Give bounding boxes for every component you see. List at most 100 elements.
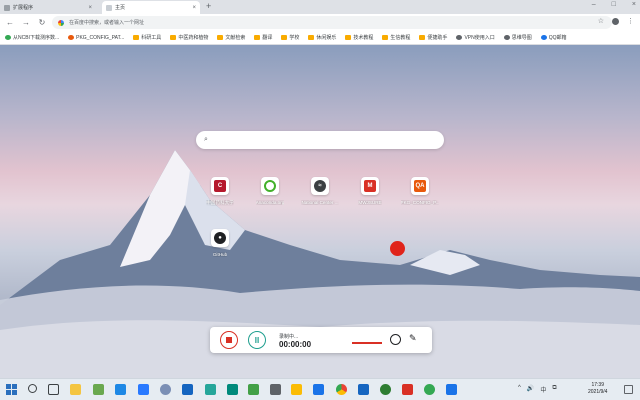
- shortcut-tile[interactable]: M MWJSURE: [348, 177, 392, 205]
- reload-button[interactable]: ↻: [36, 18, 48, 27]
- bookmark-label: 思维导图: [511, 35, 532, 41]
- bookmark-label: PKG_CONFIG_PAT...: [76, 34, 125, 41]
- bookmark-label: QQ邮箱: [548, 35, 567, 41]
- shortcut-label: Anaconda.org: [255, 200, 285, 205]
- tab-extensions[interactable]: 扩展程序 ×: [0, 1, 96, 14]
- recording-timer: 00:00:00: [279, 340, 312, 349]
- app-icon[interactable]: [227, 384, 238, 395]
- app-icon[interactable]: [358, 384, 369, 395]
- typora-icon[interactable]: [291, 384, 302, 395]
- globe-icon: [503, 35, 510, 40]
- bookmark-item[interactable]: 学校: [281, 34, 299, 41]
- vscode-icon[interactable]: [138, 384, 149, 395]
- bookmark-item[interactable]: 便捷助手: [419, 34, 447, 41]
- puzzle-icon: [4, 4, 10, 11]
- profile-avatar[interactable]: [612, 17, 619, 25]
- webcam-icon[interactable]: [390, 334, 401, 345]
- tray-icon[interactable]: 中: [540, 385, 546, 394]
- shortcut-label: GitHub: [212, 252, 228, 257]
- app-icon[interactable]: [182, 384, 193, 395]
- wechat-icon[interactable]: [248, 384, 259, 395]
- app-icon[interactable]: [380, 384, 391, 395]
- start-button[interactable]: [6, 384, 17, 395]
- bookmark-item[interactable]: 技术教程: [345, 34, 373, 41]
- folder-icon: [419, 35, 426, 40]
- app-icon[interactable]: [93, 384, 104, 395]
- forward-button[interactable]: →: [20, 18, 32, 27]
- shortcut-glyph: [264, 180, 276, 192]
- shortcut-label: 中国药科大学: [206, 200, 234, 205]
- bookmark-item[interactable]: 生信教程: [382, 34, 410, 41]
- shortcut-glyph: C: [214, 180, 226, 192]
- app-icon[interactable]: [446, 384, 457, 395]
- recording-status: 录制中...: [279, 334, 299, 340]
- tray-icon[interactable]: ^: [518, 385, 521, 394]
- shortcut-icon: ≈: [311, 177, 329, 195]
- app-icon[interactable]: [205, 384, 216, 395]
- mail-icon: [540, 35, 547, 40]
- bookmark-item[interactable]: 文献检索: [217, 34, 245, 41]
- notification-icon[interactable]: [624, 385, 633, 394]
- back-button[interactable]: ←: [4, 18, 16, 27]
- bookmark-item[interactable]: PKG_CONFIG_PAT...: [68, 35, 124, 41]
- search-icon[interactable]: [28, 384, 37, 393]
- close-window-button[interactable]: ×: [632, 1, 636, 8]
- wps-icon[interactable]: [402, 384, 413, 395]
- tray-icon[interactable]: ⧉: [552, 385, 556, 394]
- bookmarks-bar: 从NCBI下载测序数... PKG_CONFIG_PAT... 科研工具 中医药和植物…: [0, 31, 640, 45]
- maximize-button[interactable]: □: [612, 1, 616, 8]
- close-tab-icon[interactable]: ×: [192, 5, 196, 11]
- bookmark-item[interactable]: 休闲娱乐: [308, 34, 336, 41]
- folder-icon: [254, 35, 261, 40]
- tab-home[interactable]: 主页 ×: [102, 1, 200, 14]
- shortcut-tile[interactable]: ● GitHub: [198, 229, 242, 257]
- shortcut-tile[interactable]: C 中国药科大学: [198, 177, 242, 206]
- tray-icon[interactable]: 🔊: [527, 385, 534, 394]
- tab-label: 扩展程序: [13, 5, 34, 11]
- app-icon[interactable]: [115, 384, 126, 395]
- browser-menu-button[interactable]: ⋮: [627, 17, 634, 25]
- wechat-icon[interactable]: [424, 384, 435, 395]
- bookmark-item[interactable]: 科研工具: [133, 34, 161, 41]
- task-view-icon[interactable]: [48, 384, 59, 395]
- shortcut-tile[interactable]: ≈ National Center ...: [298, 177, 342, 205]
- chrome-icon[interactable]: [336, 384, 347, 395]
- stop-icon: [226, 337, 232, 343]
- browser-toolbar: ← → ↻ 在百度中搜索，或者输入一个网址 ☆ ⋮: [0, 14, 640, 31]
- qa-icon: [68, 35, 75, 40]
- new-tab-button[interactable]: +: [206, 1, 211, 11]
- bookmark-label: VPN使用入口: [464, 35, 495, 41]
- shortcut-tile[interactable]: QA PKG_CONFIG_P...: [398, 177, 442, 205]
- bookmark-item[interactable]: 翻译: [254, 34, 272, 41]
- audio-level-meter: [352, 342, 382, 344]
- bookmark-star-icon[interactable]: ☆: [598, 17, 604, 25]
- folder-icon: [170, 35, 177, 40]
- file-explorer-icon[interactable]: [70, 384, 81, 395]
- globe-icon: [456, 35, 463, 40]
- r-icon[interactable]: [160, 384, 171, 395]
- window-controls: – □ ×: [592, 1, 636, 8]
- search-icon: ⌕: [204, 136, 208, 143]
- address-bar[interactable]: 在百度中搜索，或者输入一个网址: [52, 16, 612, 29]
- bookmark-item[interactable]: QQ邮箱: [540, 34, 567, 41]
- stop-recording-button[interactable]: [220, 331, 238, 349]
- shortcut-tile[interactable]: Anaconda.org: [248, 177, 292, 205]
- search-input[interactable]: ⌕: [196, 131, 444, 149]
- bookmark-item[interactable]: 思维导图: [503, 34, 532, 41]
- folder-icon: [281, 35, 288, 40]
- pause-recording-button[interactable]: II: [248, 331, 266, 349]
- app-icon[interactable]: [313, 384, 324, 395]
- app-icon[interactable]: [270, 384, 281, 395]
- clock[interactable]: 17:39 2021/9/4: [588, 382, 607, 396]
- screen-recorder-bar: II 录制中... 00:00:00 ✎: [210, 327, 432, 353]
- cursor-highlight: [390, 241, 405, 256]
- shortcut-label: MWJSURE: [358, 200, 382, 205]
- bookmark-item[interactable]: 中医药和植物: [170, 34, 208, 41]
- bookmark-item[interactable]: VPN使用入口: [456, 34, 495, 41]
- minimize-button[interactable]: –: [592, 1, 596, 8]
- folder-icon: [308, 35, 315, 40]
- pen-icon[interactable]: ✎: [409, 333, 417, 344]
- bookmark-item[interactable]: 从NCBI下载测序数...: [5, 34, 59, 41]
- close-tab-icon[interactable]: ×: [88, 5, 92, 11]
- bookmark-label: 文献检索: [225, 35, 246, 41]
